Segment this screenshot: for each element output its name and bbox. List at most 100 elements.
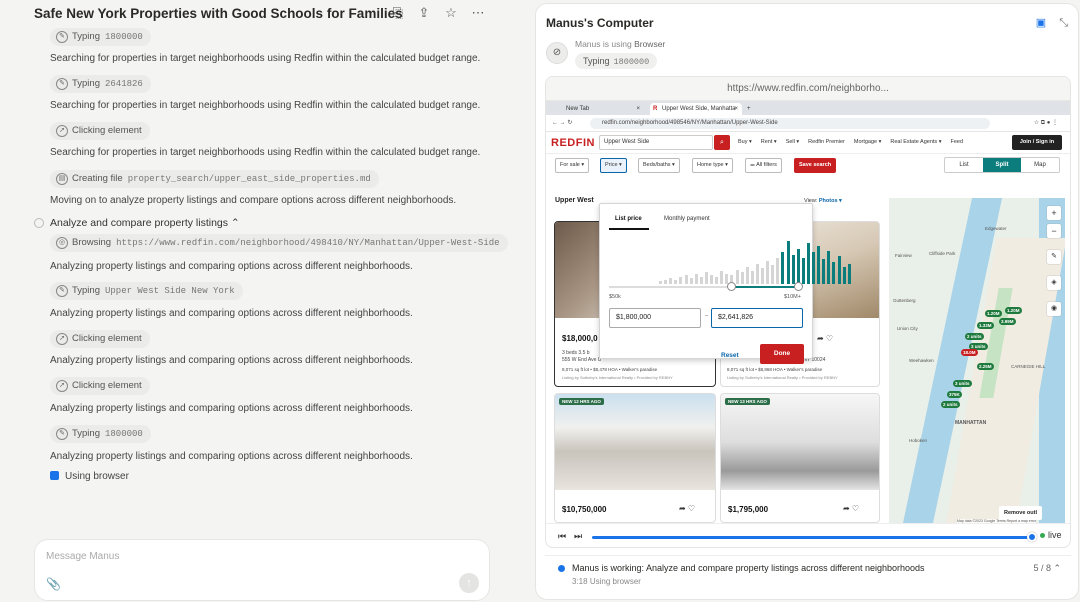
tab-monthly-payment[interactable]: Monthly payment [664,216,710,222]
screen-icon[interactable]: ▣ [1036,17,1046,29]
min-price-input[interactable]: $1,800,000 [609,308,701,328]
action-chip[interactable]: ✎ Typing 1800000 [50,28,151,46]
remove-outline-button[interactable]: Remove outl [999,506,1043,520]
action-chip[interactable]: ✎ Typing Upper West Side New York [50,282,243,300]
slider-min-handle[interactable] [726,282,736,291]
redfin-search-input[interactable]: Upper West Side [599,135,713,150]
nav-arrows-icon[interactable]: ← → ↻ [552,119,572,126]
status-progress[interactable]: 5 / 8 ⌃ [1033,563,1061,574]
action-chip[interactable]: ➚ Clicking element [50,377,150,395]
browser-icon [50,471,59,480]
skip-forward-icon[interactable]: ⏭ [574,531,582,542]
chip-arg: property_search/upper_east_side_properti… [127,174,371,184]
attach-icon[interactable]: 📎 [46,577,61,591]
browser-menu-icon[interactable]: ☆ ⧉ ● ⋮ [1034,119,1058,127]
join-signin-button[interactable]: Join / Sign in [1012,135,1062,150]
action-chip[interactable]: ✎ Typing 2641826 [50,75,151,93]
layers-icon[interactable]: ◈ [1047,276,1061,290]
map-view[interactable]: Edgewater Fairview Cliffside Park Union … [889,198,1065,524]
filter-all[interactable]: ⚌ All filters [745,158,782,173]
save-search-button[interactable]: Save search [794,158,837,173]
map-pin[interactable]: 3.99M [999,318,1016,325]
tab-redfin[interactable]: R Upper West Side, Manhatta × [650,103,742,115]
histogram-bar [766,260,770,284]
message-input[interactable]: Message Manus [46,551,119,562]
action-chip[interactable]: ▤ Creating file property_search/upper_east… [50,170,379,188]
view-split[interactable]: Split [983,158,1021,172]
max-price-input[interactable]: $2,641,826 [711,308,803,328]
redfin-logo[interactable]: REDFIN [551,137,595,149]
playback-thumb[interactable] [1027,532,1037,542]
reset-button[interactable]: Reset [721,352,739,359]
action-chip[interactable]: ✎ Typing 1800000 [50,425,151,443]
listing-card[interactable]: NEW 13 HRS AGO $1,795,000 ➦ ♡ [720,393,880,523]
view-list[interactable]: List [945,158,983,172]
more-icon[interactable]: ⋯ [470,5,486,21]
map-pin[interactable]: 3 units [953,380,972,387]
redfin-nav-item[interactable]: Buy ▾ [738,139,752,145]
send-button[interactable]: ↑ [459,573,479,593]
slider-max-handle[interactable] [794,282,803,291]
playback-bar: ⏮ ⏭ live [546,523,1070,547]
skip-back-icon[interactable]: ⏮ [558,531,566,542]
action-chip[interactable]: ➚ Clicking element [50,330,150,348]
listing-actions[interactable]: ➦ ♡ [843,504,859,513]
upload-icon[interactable]: ⇪ [416,5,432,21]
map-pin[interactable]: 2.25M [977,363,994,370]
map-label: Hoboken [909,438,928,443]
listing-actions[interactable]: ➦ ♡ [679,504,695,513]
redfin-nav-item[interactable]: Rent ▾ [761,139,777,145]
map-pin[interactable]: 1.33M [977,322,994,329]
map-pin[interactable]: 1.20M [985,310,1002,317]
map-pin[interactable]: 2 units [941,401,960,408]
url-input[interactable]: redfin.com/neighborhood/498546/NY/Manhat… [590,118,990,129]
map-label: MANHATTAN [955,420,987,426]
redfin-nav-item[interactable]: Sell ▾ [786,139,799,145]
chip-action: Creating file [72,173,123,184]
histogram-bar [755,263,759,284]
chip-action: Typing [583,56,610,66]
tab-list-price[interactable]: List price [615,216,642,222]
message-composer[interactable]: Message Manus 📎 ↑ [34,539,490,601]
redfin-nav-item[interactable]: Redfin Premier [808,139,845,145]
using-prefix: Manus is using [575,39,632,49]
histogram-bar [827,250,831,284]
filter-for-sale[interactable]: For sale ▾ [555,158,590,173]
redfin-nav-item[interactable]: Mortgage ▾ [854,139,882,145]
listing-card[interactable]: NEW 12 HRS AGO $10,750,000 ➦ ♡ [554,393,716,523]
search-icon[interactable]: ⌕ [714,135,730,150]
step-header[interactable]: Analyze and compare property listings ⌃ [34,217,240,229]
listing-actions[interactable]: ➦ ♡ [817,334,833,343]
zoom-in-button[interactable]: + [1047,206,1061,220]
star-icon[interactable]: ☆ [443,5,459,21]
tab-new-tab[interactable]: New Tab × [554,103,644,115]
map-pin[interactable]: 1.20M [1005,307,1022,314]
share-out-icon[interactable]: ⎘ [390,5,406,21]
map-label: Union City [897,326,918,331]
redfin-nav-item[interactable]: Real Estate Agents ▾ [890,139,941,145]
listing-price: $18,000,0 [562,334,598,343]
map-pin-selected[interactable]: 18.0M [961,349,978,356]
view-map[interactable]: Map [1021,158,1059,172]
playback-track[interactable] [592,536,1032,539]
draw-icon[interactable]: ✎ [1047,250,1061,264]
new-tab-button[interactable]: + [744,103,758,115]
done-button[interactable]: Done [760,344,804,364]
redfin-nav-item[interactable]: Feed [950,139,963,145]
computer-panel: Manus's Computer ▣ ⤡ ⊘ Manus is using Br… [535,3,1079,600]
zoom-out-button[interactable]: − [1047,224,1061,238]
filter-home-type[interactable]: Home type ▾ [692,158,733,173]
histogram-bar [822,259,826,284]
filter-price[interactable]: Price ▾ [600,158,627,173]
chevron-up-icon[interactable]: ⌃ [228,217,240,229]
histogram-bar [847,263,851,284]
histogram-bar [745,266,749,284]
map-pin[interactable]: 2 units [965,333,984,340]
filter-beds-baths[interactable]: Beds/baths ▾ [638,158,680,173]
map-label: Edgewater [985,226,1007,231]
action-chip[interactable]: ➚ Clicking element [50,122,150,140]
map-pin[interactable]: 375K [947,391,962,398]
collapse-icon[interactable]: ⤡ [1059,17,1068,29]
action-chip[interactable]: ◎ Browsing https://www.redfin.com/neighbor… [50,234,508,252]
globe-icon[interactable]: ◉ [1047,302,1061,316]
